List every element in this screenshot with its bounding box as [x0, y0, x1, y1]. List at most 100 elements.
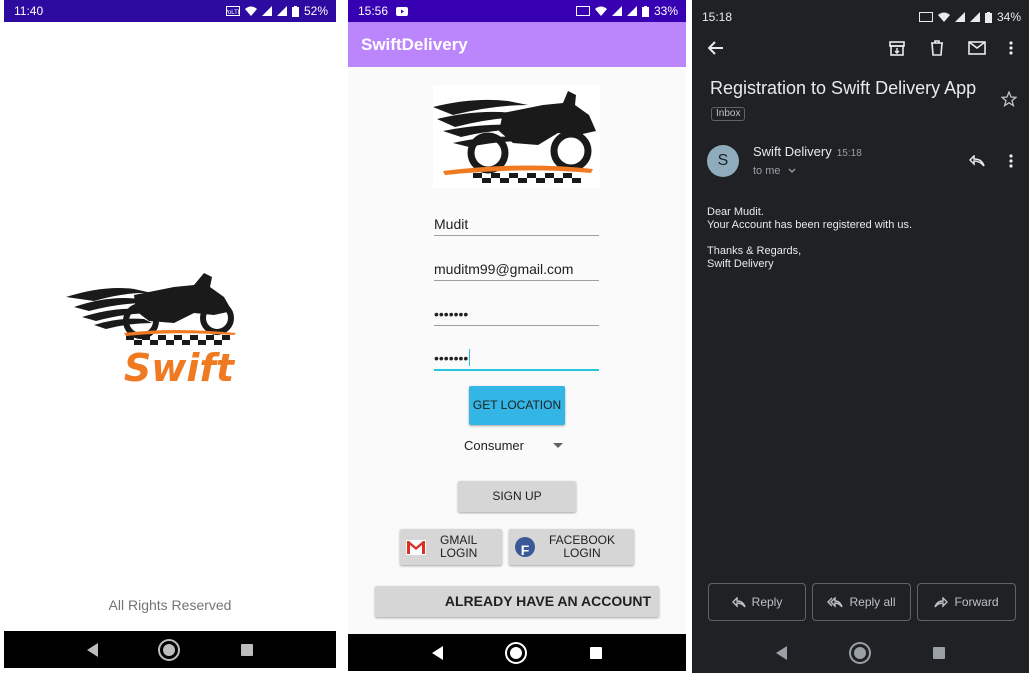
chevron-down-icon [788, 168, 796, 173]
battery-icon [641, 5, 649, 17]
body-line: Thanks & Regards, [707, 245, 802, 257]
sender-line: Swift Delivery 15:18 [753, 144, 862, 159]
email-subject: Registration to Swift Delivery App [710, 78, 977, 98]
facebook-icon: f [515, 537, 535, 557]
mark-unread-icon[interactable] [967, 38, 987, 58]
gmail-login-button[interactable]: GMAIL LOGIN [400, 529, 502, 565]
nav-bar [4, 631, 336, 668]
status-time: 15:56 [358, 4, 389, 18]
brand-wordmark: Swift [124, 346, 236, 390]
reply-icon[interactable] [968, 154, 985, 172]
body-gap [707, 232, 912, 245]
gmail-icon [406, 539, 426, 555]
password-value: ••••••• [434, 306, 469, 322]
email-time: 15:18 [836, 148, 862, 159]
app-title: SwiftDelivery [361, 34, 468, 54]
recipient-details[interactable]: to me [753, 165, 796, 177]
body-line: Your Account has been registered with us… [707, 219, 913, 231]
reply-all-icon [827, 596, 844, 608]
reply-label: Reply [751, 595, 783, 609]
battery-icon [291, 5, 299, 17]
name-field[interactable]: Mudit [434, 208, 599, 236]
signal-icon [969, 12, 980, 22]
sender-avatar[interactable]: S [707, 145, 739, 177]
app-bar: SwiftDelivery [348, 22, 686, 67]
home-icon[interactable] [163, 643, 176, 656]
more-options-icon[interactable] [1009, 154, 1013, 173]
wifi-icon [594, 6, 607, 16]
email-field[interactable]: muditm99@gmail.com [434, 253, 599, 281]
already-have-account-button[interactable]: ALREADY HAVE AN ACCOUNT [375, 586, 659, 617]
confirm-password-value: ••••••• [434, 350, 469, 366]
facebook-label: FACEBOOK LOGIN [549, 534, 615, 560]
status-bar: 11:40 VoLTE 52% [4, 0, 336, 22]
status-icons: 33% [575, 4, 678, 18]
name-value: Mudit [434, 216, 469, 232]
status-time: 15:18 [702, 10, 733, 24]
wifi-icon [937, 12, 950, 22]
recents-icon[interactable] [933, 646, 946, 659]
email-screen: 15:18 34% Registration to Swift Delivery… [692, 0, 1029, 673]
status-bar: 15:18 34% [692, 6, 1029, 28]
forward-button[interactable]: Forward [917, 583, 1016, 621]
status-bar: 15:56 33% [348, 0, 686, 22]
home-icon[interactable] [510, 646, 523, 659]
role-spinner[interactable]: Consumer [464, 436, 569, 454]
reply-all-label: Reply all [849, 595, 896, 609]
confirm-password-field[interactable]: ••••••• [434, 343, 599, 371]
star-icon[interactable] [1000, 90, 1018, 112]
body-line: Dear Mudit. [707, 206, 764, 218]
youtube-icon [396, 6, 409, 16]
signal-icon [276, 6, 287, 16]
signal-icon [626, 6, 637, 16]
back-icon[interactable] [431, 645, 443, 660]
email-toolbar [692, 34, 1029, 62]
battery-percent: 34% [996, 10, 1021, 24]
reply-icon [731, 596, 746, 608]
reply-all-button[interactable]: Reply all [812, 583, 911, 621]
battery-icon [984, 11, 992, 23]
battery-percent: 52% [303, 4, 328, 18]
forward-label: Forward [954, 595, 999, 609]
gmail-label: GMAIL LOGIN [440, 534, 477, 560]
status-time: 11:40 [14, 4, 44, 18]
facebook-login-button[interactable]: f FACEBOOK LOGIN [509, 529, 634, 565]
back-icon[interactable] [775, 645, 787, 660]
inbox-label-badge[interactable]: Inbox [711, 107, 746, 121]
archive-icon[interactable] [887, 38, 907, 58]
volte-icon [575, 6, 590, 16]
forward-icon [934, 596, 949, 608]
sign-up-button[interactable]: SIGN UP [458, 481, 576, 512]
recipient-text: to me [753, 165, 781, 177]
back-arrow-icon[interactable] [706, 38, 726, 58]
status-icons: 34% [918, 10, 1021, 24]
more-options-icon[interactable] [1001, 38, 1021, 58]
home-icon[interactable] [853, 646, 866, 659]
splash-screen: 11:40 VoLTE 52% Swift All Rights Reserve… [4, 0, 336, 668]
status-left: 15:56 [358, 4, 409, 18]
signal-icon [954, 12, 965, 22]
volte-icon: VoLTE [225, 6, 240, 16]
dropdown-arrow-icon [553, 442, 563, 448]
email-value: muditm99@gmail.com [434, 261, 574, 277]
recents-icon[interactable] [590, 646, 603, 659]
delete-icon[interactable] [927, 38, 947, 58]
status-icons: VoLTE 52% [225, 4, 328, 18]
motorcycle-logo [433, 85, 600, 188]
password-field[interactable]: ••••••• [434, 298, 599, 326]
get-location-button[interactable]: GET LOCATION [469, 386, 565, 425]
sender-name: Swift Delivery [753, 144, 832, 159]
back-icon[interactable] [86, 642, 98, 657]
email-body: Dear Mudit. Your Account has been regist… [707, 206, 912, 271]
gmail-label-line2: LOGIN [440, 546, 478, 560]
role-selected: Consumer [464, 437, 524, 453]
reply-button[interactable]: Reply [708, 583, 806, 621]
battery-percent: 33% [653, 4, 678, 18]
signup-screen: 15:56 33% SwiftDelivery Mudit muditm99@g… [348, 0, 686, 671]
swift-logo: Swift [66, 273, 236, 390]
nav-bar [692, 634, 1029, 671]
recents-icon[interactable] [241, 643, 254, 656]
facebook-label-line2: LOGIN [563, 546, 601, 560]
signal-icon [611, 6, 622, 16]
footer-text: All Rights Reserved [108, 597, 232, 613]
